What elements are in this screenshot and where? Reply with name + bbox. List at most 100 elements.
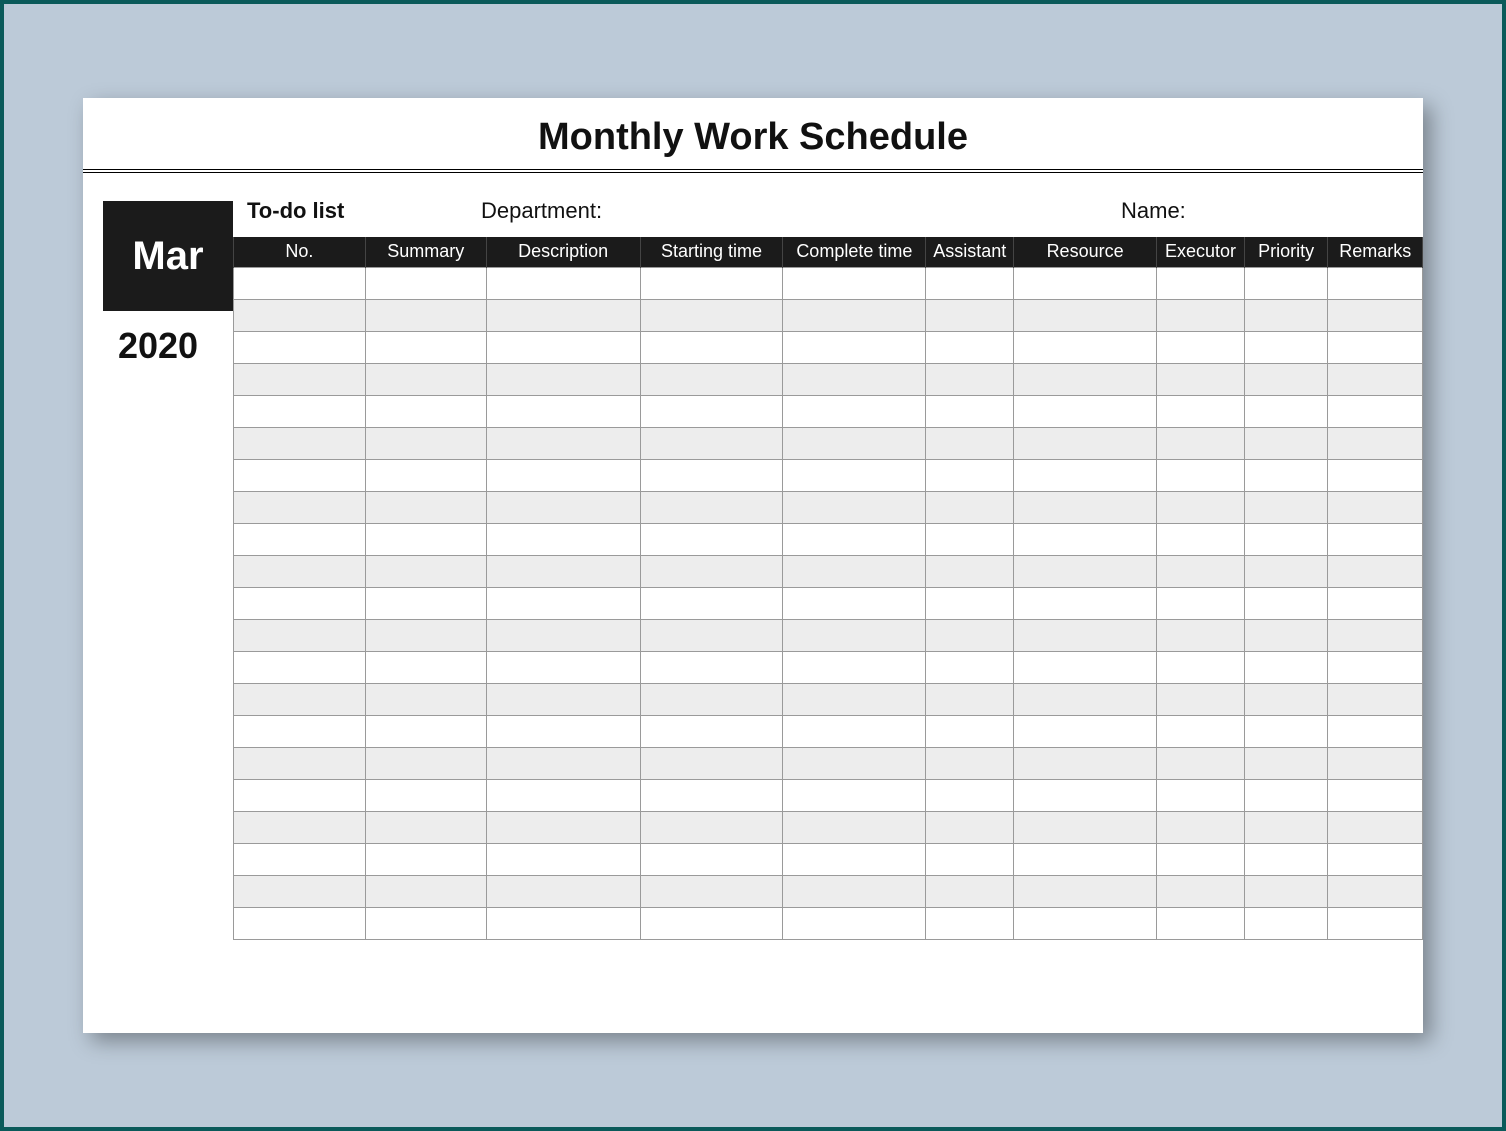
table-cell[interactable] (640, 619, 783, 651)
table-cell[interactable] (783, 811, 926, 843)
table-cell[interactable] (1014, 427, 1157, 459)
table-cell[interactable] (1244, 683, 1328, 715)
table-cell[interactable] (1157, 523, 1245, 555)
table-cell[interactable] (783, 299, 926, 331)
table-cell[interactable] (926, 779, 1014, 811)
table-cell[interactable] (486, 907, 640, 939)
table-cell[interactable] (1244, 715, 1328, 747)
table-cell[interactable] (783, 715, 926, 747)
table-cell[interactable] (365, 395, 486, 427)
table-cell[interactable] (1157, 331, 1245, 363)
table-cell[interactable] (234, 619, 366, 651)
table-cell[interactable] (486, 427, 640, 459)
table-cell[interactable] (1244, 523, 1328, 555)
table-cell[interactable] (1157, 299, 1245, 331)
table-cell[interactable] (1014, 843, 1157, 875)
table-cell[interactable] (640, 459, 783, 491)
table-cell[interactable] (1244, 651, 1328, 683)
table-cell[interactable] (1328, 779, 1423, 811)
table-cell[interactable] (234, 491, 366, 523)
table-cell[interactable] (640, 491, 783, 523)
table-cell[interactable] (1014, 875, 1157, 907)
table-cell[interactable] (1014, 523, 1157, 555)
table-cell[interactable] (926, 619, 1014, 651)
table-cell[interactable] (1014, 683, 1157, 715)
table-cell[interactable] (486, 299, 640, 331)
table-cell[interactable] (1157, 491, 1245, 523)
table-cell[interactable] (1157, 555, 1245, 587)
table-cell[interactable] (1328, 651, 1423, 683)
table-cell[interactable] (926, 747, 1014, 779)
table-cell[interactable] (926, 363, 1014, 395)
table-cell[interactable] (1244, 491, 1328, 523)
table-cell[interactable] (1244, 907, 1328, 939)
table-cell[interactable] (1014, 651, 1157, 683)
table-cell[interactable] (365, 459, 486, 491)
table-cell[interactable] (1328, 331, 1423, 363)
table-cell[interactable] (1014, 907, 1157, 939)
table-cell[interactable] (1157, 395, 1245, 427)
table-cell[interactable] (783, 683, 926, 715)
table-cell[interactable] (1328, 907, 1423, 939)
table-cell[interactable] (926, 811, 1014, 843)
table-cell[interactable] (1157, 427, 1245, 459)
table-cell[interactable] (783, 555, 926, 587)
table-cell[interactable] (640, 523, 783, 555)
table-cell[interactable] (926, 331, 1014, 363)
table-cell[interactable] (783, 619, 926, 651)
table-cell[interactable] (1157, 715, 1245, 747)
table-cell[interactable] (1014, 363, 1157, 395)
table-cell[interactable] (1328, 523, 1423, 555)
table-cell[interactable] (234, 395, 366, 427)
table-cell[interactable] (1014, 267, 1157, 299)
table-cell[interactable] (365, 843, 486, 875)
table-cell[interactable] (1014, 619, 1157, 651)
table-cell[interactable] (783, 363, 926, 395)
table-cell[interactable] (1014, 459, 1157, 491)
table-cell[interactable] (926, 299, 1014, 331)
table-cell[interactable] (1328, 459, 1423, 491)
table-cell[interactable] (926, 523, 1014, 555)
table-cell[interactable] (486, 267, 640, 299)
table-cell[interactable] (1157, 875, 1245, 907)
table-cell[interactable] (1328, 299, 1423, 331)
table-cell[interactable] (783, 331, 926, 363)
table-cell[interactable] (1328, 683, 1423, 715)
table-cell[interactable] (365, 779, 486, 811)
table-cell[interactable] (1244, 747, 1328, 779)
table-cell[interactable] (365, 555, 486, 587)
table-cell[interactable] (1014, 555, 1157, 587)
table-cell[interactable] (640, 267, 783, 299)
table-cell[interactable] (783, 491, 926, 523)
table-cell[interactable] (640, 843, 783, 875)
table-cell[interactable] (926, 267, 1014, 299)
table-cell[interactable] (486, 587, 640, 619)
table-cell[interactable] (1157, 619, 1245, 651)
table-cell[interactable] (1014, 395, 1157, 427)
table-cell[interactable] (486, 619, 640, 651)
table-cell[interactable] (234, 683, 366, 715)
table-cell[interactable] (365, 299, 486, 331)
table-cell[interactable] (234, 363, 366, 395)
table-cell[interactable] (783, 875, 926, 907)
table-cell[interactable] (1157, 811, 1245, 843)
table-cell[interactable] (1328, 715, 1423, 747)
table-cell[interactable] (640, 875, 783, 907)
table-cell[interactable] (1328, 555, 1423, 587)
table-cell[interactable] (640, 779, 783, 811)
table-cell[interactable] (486, 523, 640, 555)
table-cell[interactable] (1244, 267, 1328, 299)
table-cell[interactable] (1014, 779, 1157, 811)
table-cell[interactable] (1244, 779, 1328, 811)
table-cell[interactable] (1244, 811, 1328, 843)
table-cell[interactable] (365, 587, 486, 619)
table-cell[interactable] (234, 427, 366, 459)
table-cell[interactable] (783, 267, 926, 299)
table-cell[interactable] (1014, 715, 1157, 747)
table-cell[interactable] (234, 779, 366, 811)
table-cell[interactable] (234, 747, 366, 779)
table-cell[interactable] (365, 715, 486, 747)
table-cell[interactable] (1157, 843, 1245, 875)
table-cell[interactable] (365, 747, 486, 779)
table-cell[interactable] (1244, 427, 1328, 459)
